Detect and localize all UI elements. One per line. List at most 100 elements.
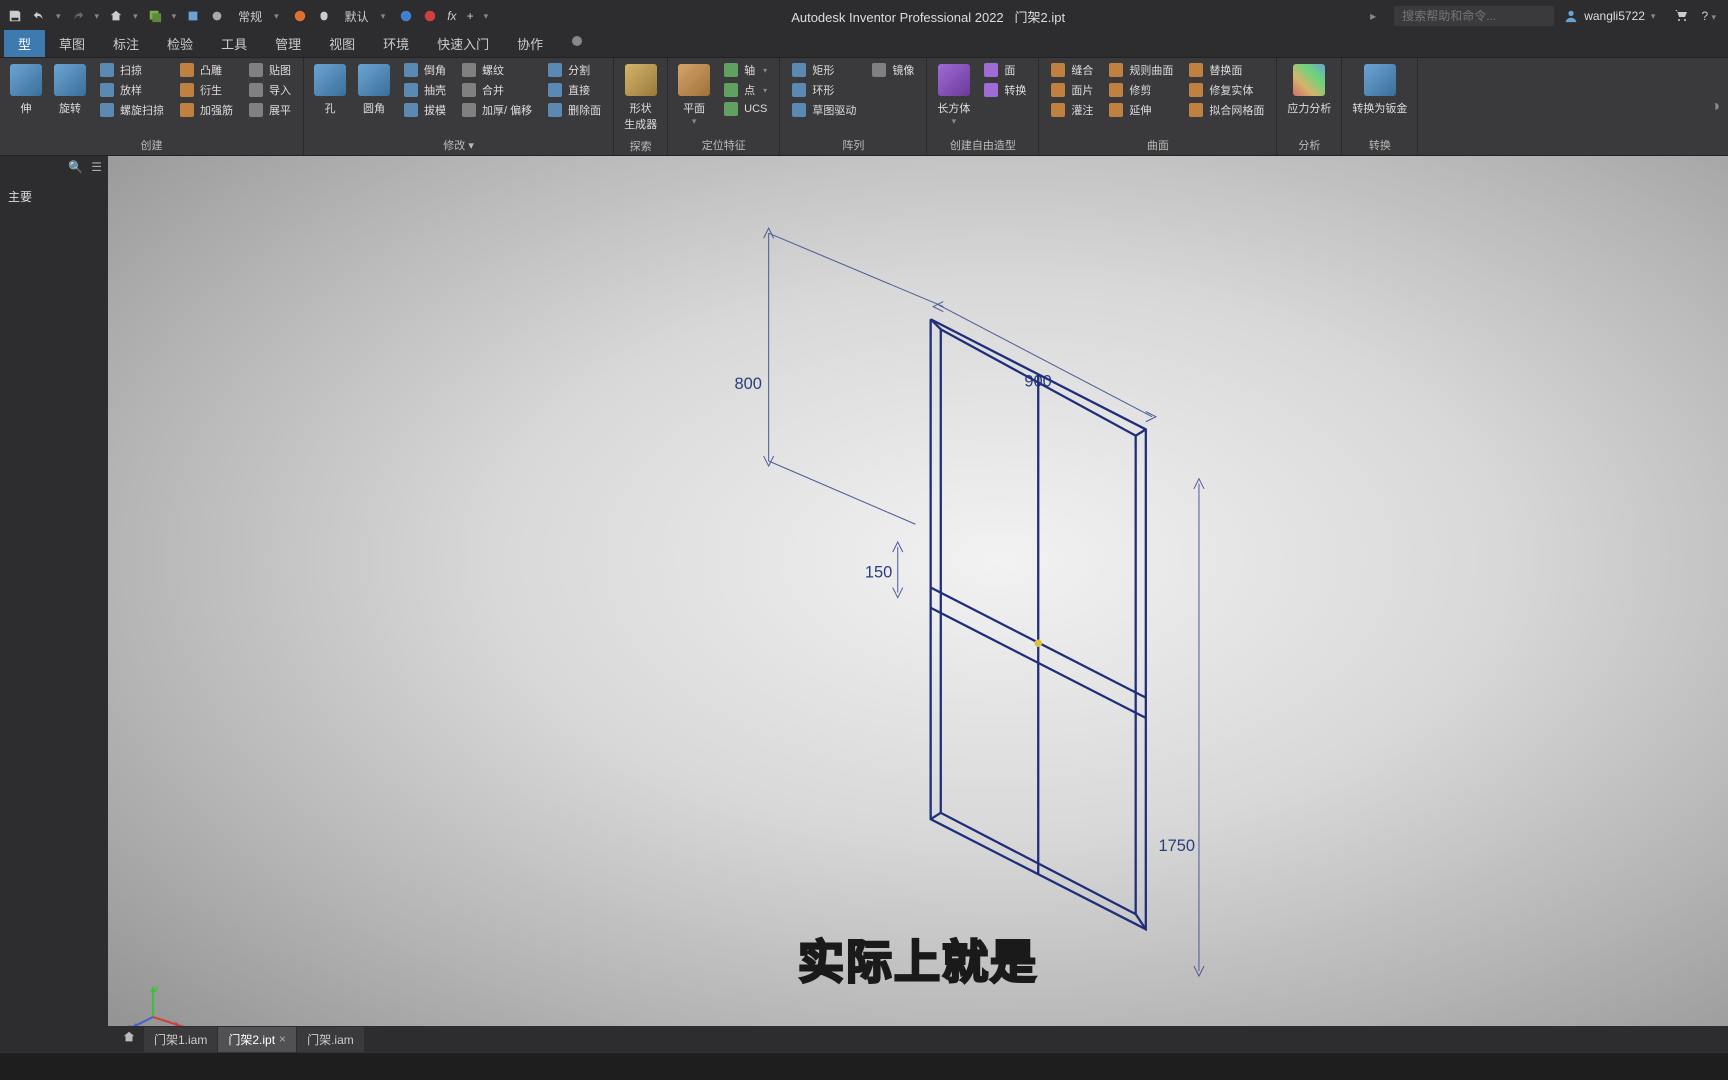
- import-button[interactable]: 导入: [245, 80, 295, 100]
- color-ball1-icon[interactable]: [395, 7, 417, 25]
- axis-button[interactable]: 轴▾: [720, 60, 771, 80]
- tab-model[interactable]: 型: [4, 30, 45, 57]
- coil-button[interactable]: 螺旋扫掠: [96, 100, 168, 120]
- unwrap-button[interactable]: 展平: [245, 100, 295, 120]
- thicken-button[interactable]: 加厚/ 偏移: [458, 100, 536, 120]
- save-icon[interactable]: [4, 7, 26, 25]
- filetab-home-icon[interactable]: [114, 1030, 144, 1049]
- split-button[interactable]: 分割: [544, 60, 605, 80]
- tab-tools[interactable]: 工具: [207, 30, 261, 57]
- patch-button[interactable]: 面片: [1047, 80, 1097, 100]
- browser-primary-node[interactable]: 主要: [0, 178, 108, 215]
- undo-dropdown[interactable]: ▾: [52, 9, 65, 24]
- revolve-button[interactable]: 旋转: [48, 60, 92, 120]
- appearance-cyl-icon[interactable]: [313, 7, 335, 25]
- chamfer-button[interactable]: 倒角: [400, 60, 450, 80]
- home-dropdown[interactable]: ▾: [129, 9, 142, 24]
- qat-dropdown[interactable]: ▾: [480, 9, 493, 24]
- tab-inspect[interactable]: 检验: [153, 30, 207, 57]
- redo-icon[interactable]: [67, 7, 89, 25]
- shapegen-button[interactable]: 形状 生成器: [618, 60, 663, 136]
- appearance-dropdown[interactable]: 默认▾: [337, 4, 394, 29]
- mirror-button[interactable]: 镜像: [868, 60, 918, 80]
- panel-create: 伸 旋转 扫掠 放样 螺旋扫掠 凸雕 衍生 加强筋 贴图 导入 展平 创建: [0, 58, 304, 155]
- ribbon-collapse-icon[interactable]: ◑: [1702, 58, 1728, 155]
- fillet-button[interactable]: 圆角: [352, 60, 396, 120]
- replace-face-button[interactable]: 替换面: [1185, 60, 1268, 80]
- ucs-button[interactable]: UCS: [720, 100, 771, 118]
- extend-button[interactable]: 延伸: [1105, 100, 1177, 120]
- tab-getstarted[interactable]: 快速入门: [423, 30, 503, 57]
- thread-button[interactable]: 螺纹: [458, 60, 536, 80]
- sweep-button[interactable]: 扫掠: [96, 60, 168, 80]
- filetab-2[interactable]: 门架.iam: [297, 1027, 364, 1052]
- user-account[interactable]: wangli5722 ▾: [1554, 9, 1665, 23]
- filetab-0[interactable]: 门架1.iam: [144, 1027, 217, 1052]
- stress-button[interactable]: 应力分析: [1281, 60, 1337, 120]
- emboss-button[interactable]: 凸雕: [176, 60, 237, 80]
- convert-button[interactable]: 转换: [980, 80, 1030, 100]
- home-icon[interactable]: [105, 7, 127, 25]
- assembly-dropdown[interactable]: ▾: [168, 9, 181, 24]
- sphere-icon[interactable]: [206, 7, 228, 25]
- hole-button[interactable]: 孔: [308, 60, 352, 120]
- shell-button[interactable]: 抽壳: [400, 80, 450, 100]
- redo-dropdown[interactable]: ▾: [91, 9, 104, 24]
- viewport[interactable]: 800 900 150 1750: [108, 156, 1728, 1052]
- emboss-label: 凸雕: [200, 62, 222, 78]
- tab-annotate[interactable]: 标注: [99, 30, 153, 57]
- filetab-1-label: 门架2.ipt: [228, 1031, 275, 1048]
- sheetmetal-button[interactable]: 转换为钣金: [1346, 60, 1413, 120]
- tab-view[interactable]: 视图: [315, 30, 369, 57]
- combine-button[interactable]: 合并: [458, 80, 536, 100]
- tab-environment[interactable]: 环境: [369, 30, 423, 57]
- rect-pattern-button[interactable]: 矩形: [788, 60, 860, 80]
- part-icon[interactable]: [182, 7, 204, 25]
- fx-icon[interactable]: fx: [443, 9, 460, 23]
- appearance-sphere-icon[interactable]: [289, 7, 311, 25]
- face-button[interactable]: 面: [980, 60, 1030, 80]
- direct-button[interactable]: 直接: [544, 80, 605, 100]
- search-input[interactable]: [1394, 6, 1554, 26]
- fitmesh-button[interactable]: 拟合网格面: [1185, 100, 1268, 120]
- tab-sketch[interactable]: 草图: [45, 30, 99, 57]
- help-icon[interactable]: ? ▾: [1701, 9, 1716, 23]
- model-browser[interactable]: 🔍 ☰ 主要: [0, 156, 108, 1052]
- filetab-close-icon[interactable]: ×: [279, 1032, 286, 1046]
- color-ball2-icon[interactable]: [419, 7, 441, 25]
- material-dropdown[interactable]: 常规▾: [230, 4, 287, 29]
- ruled-button[interactable]: 规则曲面: [1105, 60, 1177, 80]
- deleteface-button[interactable]: 删除面: [544, 100, 605, 120]
- browser-menu-icon[interactable]: ☰: [91, 160, 102, 174]
- rib-button[interactable]: 加强筋: [176, 100, 237, 120]
- panel-locate-label: 定位特征: [672, 135, 775, 155]
- axis-gizmo[interactable]: x y z: [128, 982, 188, 1032]
- trim-button[interactable]: 修剪: [1105, 80, 1177, 100]
- mirror-label: 镜像: [892, 62, 914, 78]
- circ-pattern-button[interactable]: 环形: [788, 80, 860, 100]
- undo-icon[interactable]: [28, 7, 50, 25]
- tab-extra-icon[interactable]: [557, 30, 597, 57]
- browser-search-icon[interactable]: 🔍: [68, 160, 83, 174]
- sculpt-button[interactable]: 灌注: [1047, 100, 1097, 120]
- loft-label: 放样: [120, 82, 142, 98]
- plane-button[interactable]: 平面▾: [672, 60, 716, 131]
- loft-button[interactable]: 放样: [96, 80, 168, 100]
- trim-label: 修剪: [1129, 82, 1151, 98]
- tab-collaborate[interactable]: 协作: [503, 30, 557, 57]
- stitch-button[interactable]: 缝合: [1047, 60, 1097, 80]
- tab-manage[interactable]: 管理: [261, 30, 315, 57]
- filetab-1[interactable]: 门架2.ipt ×: [218, 1027, 296, 1052]
- derive-button[interactable]: 衍生: [176, 80, 237, 100]
- plus-icon[interactable]: +: [463, 9, 478, 23]
- filetab-0-label: 门架1.iam: [154, 1031, 207, 1048]
- sketch-driven-button[interactable]: 草图驱动: [788, 100, 860, 120]
- extrude-button[interactable]: 伸: [4, 60, 48, 120]
- assembly-icon[interactable]: [144, 7, 166, 25]
- box-button[interactable]: 长方体▾: [931, 60, 976, 131]
- repair-button[interactable]: 修复实体: [1185, 80, 1268, 100]
- decal-button[interactable]: 贴图: [245, 60, 295, 80]
- draft-button[interactable]: 拔模: [400, 100, 450, 120]
- cart-icon[interactable]: [1673, 7, 1689, 26]
- point-button[interactable]: 点▾: [720, 80, 771, 100]
